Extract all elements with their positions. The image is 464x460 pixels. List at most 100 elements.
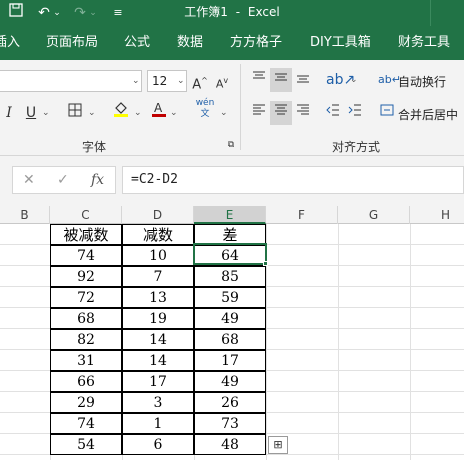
fill-color-icon[interactable] — [112, 100, 130, 124]
tab-page-layout[interactable]: 页面布局 — [46, 26, 98, 60]
table-cell[interactable]: 3 — [122, 392, 194, 413]
font-dialog-launcher-icon[interactable]: ⧉ — [226, 138, 236, 152]
column-header-f[interactable]: F — [266, 206, 338, 224]
table-cell[interactable]: 92 — [50, 266, 122, 287]
font-size-value: 12 — [152, 74, 168, 88]
align-middle-icon[interactable] — [270, 68, 292, 92]
table-cell[interactable]: 13 — [122, 287, 194, 308]
table-cell[interactable]: 59 — [194, 287, 266, 308]
decrease-indent-icon[interactable] — [324, 103, 342, 123]
account-area[interactable] — [430, 0, 464, 26]
align-top-icon[interactable] — [250, 70, 268, 90]
window-title: 工作簿1 - Excel — [0, 4, 464, 20]
table-cell[interactable]: 6 — [122, 434, 194, 455]
table-cell[interactable]: 66 — [50, 371, 122, 392]
table-cell[interactable]: 74 — [50, 245, 122, 266]
table-cell[interactable]: 54 — [50, 434, 122, 455]
enter-icon[interactable]: ✓ — [57, 170, 69, 190]
table-cell[interactable]: 72 — [50, 287, 122, 308]
merge-center-label[interactable]: 合并后居中 — [398, 105, 458, 125]
table-cell[interactable]: 14 — [122, 350, 194, 371]
font-color-icon[interactable]: A — [150, 100, 168, 124]
phonetic-dropdown-icon[interactable]: ⌄ — [220, 103, 228, 123]
table-cell[interactable]: 49 — [194, 308, 266, 329]
table-cell[interactable]: 82 — [50, 329, 122, 350]
column-header-h[interactable]: H — [410, 206, 464, 224]
table-cell[interactable]: 7 — [122, 266, 194, 287]
tab-insert[interactable]: 插入 — [0, 26, 20, 60]
worksheet-grid[interactable]: B C D E F G H 被减数 减数差 74 10 64 92 7 85 72 13 59 68 1… — [0, 206, 464, 460]
cancel-icon[interactable]: ✕ — [23, 170, 35, 190]
wrap-text-icon[interactable]: ab↵ — [378, 70, 401, 90]
align-center-icon[interactable] — [270, 101, 292, 125]
underline-icon[interactable]: U — [24, 103, 38, 123]
ribbon-tabs: 插入 页面布局 公式 数据 方方格子 DIY工具箱 财务工具 — [0, 26, 464, 60]
formula-bar-buttons: ✕ ✓ fx — [12, 166, 116, 194]
formula-input[interactable]: =C2-D2 — [122, 166, 464, 194]
borders-dropdown-icon[interactable]: ⌄ — [88, 103, 96, 123]
borders-icon[interactable] — [66, 103, 84, 123]
table-cell[interactable]: 68 — [194, 329, 266, 350]
fill-color-swatch — [114, 114, 128, 117]
column-header-b[interactable]: B — [0, 206, 50, 224]
orientation-dropdown-icon[interactable]: ⌄ — [350, 70, 358, 90]
font-color-swatch — [152, 114, 166, 117]
table-header-cell[interactable]: 差 — [194, 224, 266, 245]
app-name: Excel — [247, 5, 280, 19]
font-name-dropdown-icon[interactable]: ⌄ — [132, 71, 140, 91]
table-cell[interactable]: 74 — [50, 413, 122, 434]
table-cell[interactable]: 29 — [50, 392, 122, 413]
gridline-vertical — [338, 224, 339, 460]
table-cell[interactable]: 73 — [194, 413, 266, 434]
table-header-cell[interactable]: 减数 — [122, 224, 194, 245]
table-cell[interactable]: 85 — [194, 266, 266, 287]
table-cell[interactable]: 14 — [122, 329, 194, 350]
column-header-d[interactable]: D — [122, 206, 194, 224]
font-group-label: 字体 — [82, 140, 107, 154]
italic-icon[interactable]: I — [2, 103, 16, 123]
column-header-e[interactable]: E — [194, 206, 266, 224]
font-name-box[interactable] — [0, 70, 142, 92]
tab-finance-tools[interactable]: 财务工具 — [398, 26, 450, 60]
formula-bar: ✕ ✓ fx =C2-D2 — [0, 156, 464, 206]
tab-fangfang[interactable]: 方方格子 — [230, 26, 282, 60]
table-cell[interactable]: 17 — [194, 350, 266, 371]
table-cell[interactable]: 10 — [122, 245, 194, 266]
table-cell[interactable]: 1 — [122, 413, 194, 434]
table-header-cell[interactable]: 被减数 — [50, 224, 122, 245]
table-cell[interactable]: 26 — [194, 392, 266, 413]
ribbon-home: ⌄ 12 ⌄ A^ Av I U ⌄ ⌄ ⌄ A ⌄ wén 文 ⌄ 字体 ⧉ a… — [0, 60, 464, 156]
table-cell[interactable]: 68 — [50, 308, 122, 329]
alignment-group-label: 对齐方式 — [332, 140, 381, 154]
table-cell[interactable]: 31 — [50, 350, 122, 371]
fill-handle[interactable] — [263, 261, 268, 266]
column-header-c[interactable]: C — [50, 206, 122, 224]
column-header-g[interactable]: G — [338, 206, 410, 224]
font-size-dropdown-icon[interactable]: ⌄ — [177, 71, 185, 91]
table-cell[interactable]: 17 — [122, 371, 194, 392]
underline-dropdown-icon[interactable]: ⌄ — [42, 103, 50, 123]
align-bottom-icon[interactable] — [294, 70, 312, 90]
table-cell[interactable]: 49 — [194, 371, 266, 392]
title-bar: ↶ ⌄ ↷ ⌄ ≡ 工作簿1 - Excel — [0, 0, 464, 26]
insert-function-icon[interactable]: fx — [91, 170, 104, 190]
table-cell[interactable]: 19 — [122, 308, 194, 329]
gridline-vertical — [410, 224, 411, 460]
selected-cell-e2[interactable] — [193, 243, 267, 265]
font-color-dropdown-icon[interactable]: ⌄ — [170, 103, 178, 123]
fill-color-dropdown-icon[interactable]: ⌄ — [134, 103, 142, 123]
increase-font-size-icon[interactable]: A^ — [191, 71, 209, 95]
tab-diy-toolbox[interactable]: DIY工具箱 — [310, 26, 371, 60]
tab-data[interactable]: 数据 — [177, 26, 203, 60]
table-cell[interactable]: 48 — [194, 434, 266, 455]
merge-center-icon[interactable] — [378, 103, 396, 123]
phonetic-guide-icon[interactable]: wén 文 — [194, 98, 216, 120]
orientation-icon[interactable]: ab↗ — [326, 70, 355, 90]
increase-indent-icon[interactable] — [346, 103, 364, 123]
align-right-icon[interactable] — [294, 103, 312, 123]
wrap-text-label[interactable]: 自动换行 — [398, 72, 446, 92]
align-left-icon[interactable] — [250, 103, 268, 123]
quick-analysis-icon[interactable]: ⊞ — [268, 436, 288, 454]
tab-formulas[interactable]: 公式 — [124, 26, 150, 60]
decrease-font-size-icon[interactable]: Av — [213, 71, 231, 95]
